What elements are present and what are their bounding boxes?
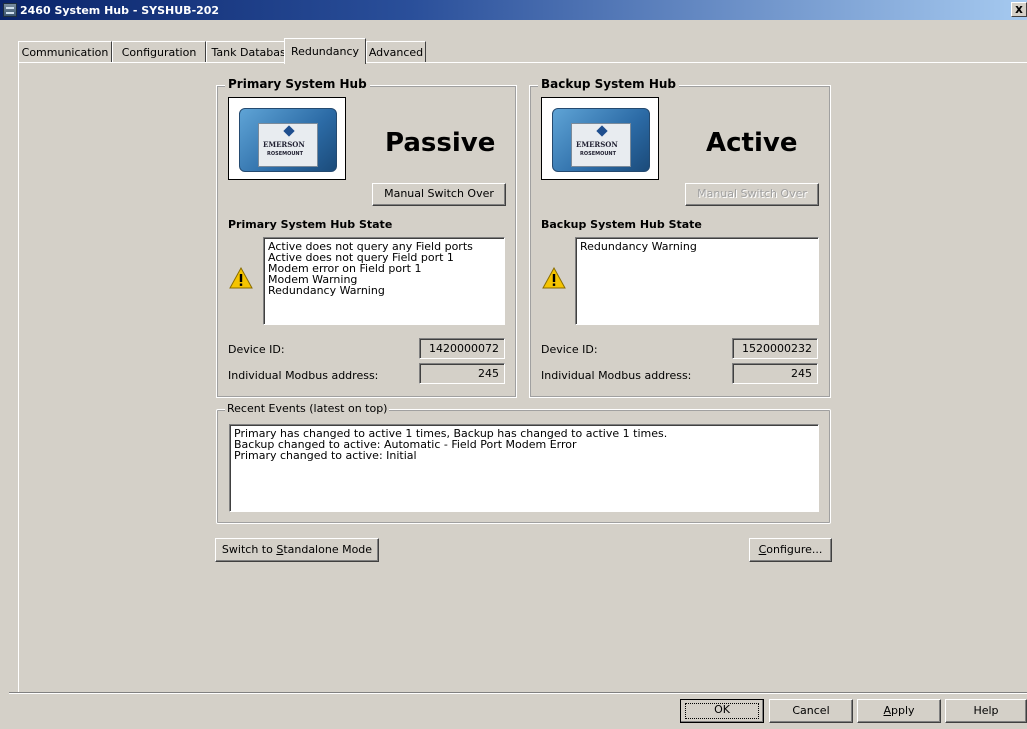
close-button[interactable]: x [1011,2,1027,17]
tab-advanced[interactable]: Advanced [366,41,426,63]
apply-button[interactable]: Apply [857,699,941,723]
tab-communication[interactable]: Communication [18,41,112,63]
cancel-button[interactable]: Cancel [769,699,853,723]
app-icon [3,3,17,17]
tab-redundancy[interactable]: Redundancy [284,38,366,64]
window-title: 2460 System Hub - SYSHUB-202 [20,3,220,17]
help-button[interactable]: Help [945,699,1027,723]
tab-configuration[interactable]: Configuration [112,41,206,63]
title-bar[interactable]: 2460 System Hub - SYSHUB-202 x [0,0,1027,20]
bottom-separator [9,692,1027,694]
redundancy-tab-page [18,62,1027,692]
ok-button[interactable]: OK [680,699,764,723]
